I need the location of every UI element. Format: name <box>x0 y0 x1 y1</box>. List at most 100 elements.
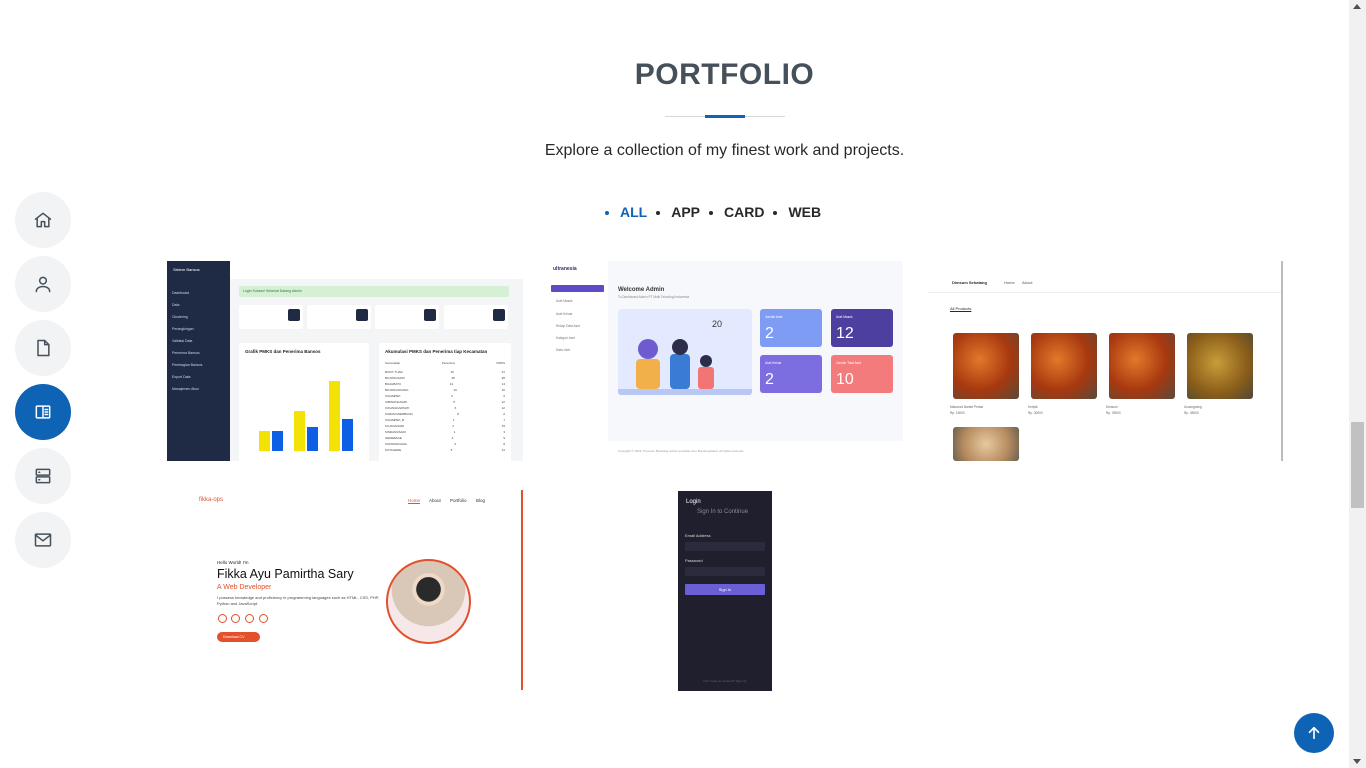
preview-menu-item: Validasi Data <box>172 339 193 343</box>
preview-stat-card <box>239 305 303 329</box>
preview-menu-item: Aset Masuk <box>556 299 573 303</box>
preview-product-name: Keripik <box>1028 405 1038 409</box>
preview-product-image <box>1109 333 1175 399</box>
preview-product-price: Rp. 30000 <box>1028 411 1043 415</box>
preview-bar <box>272 431 283 451</box>
nav-services-button[interactable] <box>15 448 71 504</box>
preview-table-row: KUTAGEDE 5 14 <box>385 448 505 452</box>
preview-menu-item: Export Data <box>172 375 191 379</box>
filter-web[interactable]: WEB <box>788 204 821 220</box>
preview-logo: fikka-ops <box>199 497 224 503</box>
nav-portfolio-button[interactable] <box>15 384 71 440</box>
server-icon <box>35 468 51 484</box>
preview-name: Fikka Ayu Pamirtha Sary <box>217 567 354 581</box>
filter-card[interactable]: CARD <box>724 204 764 220</box>
preview-table-row: SINDANGSARI 1 3 <box>385 430 505 434</box>
preview-table-row: KARANGSEMBUNG 8 6 <box>385 412 505 416</box>
preview-table-row: CIBINONGSARI 5 12 <box>385 400 505 404</box>
page-scrollbar[interactable] <box>1349 0 1366 768</box>
preview-nav-link: Home <box>1004 280 1015 285</box>
preview-hello: Hello World! I'm <box>217 560 249 565</box>
portfolio-item-shop[interactable]: Dimsum Sehatang Home About All Products … <box>928 261 1283 461</box>
preview-stat-card <box>444 305 508 329</box>
preview-heading: All Products <box>950 306 972 311</box>
preview-chart-title: Grafik PMKS dan Penerima Bansos <box>245 349 321 354</box>
preview-stat-card <box>375 305 439 329</box>
preview-table-row: BUAHBATU 14 14 <box>385 382 505 386</box>
preview-stat-card <box>307 305 371 329</box>
preview-menu-item: Clustering <box>172 315 188 319</box>
preview-table-panel: Akumulasi PMKS dan Penerima tiap Kecamat… <box>379 343 511 461</box>
scroll-up-arrow-icon[interactable] <box>1353 4 1361 9</box>
social-icon <box>245 614 254 623</box>
preview-menu-item: Penerima Bansos <box>172 351 200 355</box>
preview-menu-item: Data User <box>556 348 571 352</box>
portfolio-item-personal-site[interactable]: fikka-ops Home About Portfolio Blog Hell… <box>167 490 523 690</box>
preview-description: I possess knowledge and proficiency in p… <box>217 595 380 606</box>
preview-download-button: Download CV <box>217 632 260 642</box>
preview-brand: Sistem Bansos <box>173 267 200 272</box>
preview-footer: Copyright © 2023. Premium Bootstrap admi… <box>608 441 903 461</box>
side-nav <box>15 192 71 568</box>
preview-stat-tile: Aset Masuk 12 <box>831 309 893 347</box>
nav-about-button[interactable] <box>15 256 71 312</box>
preview-product-price: Rp. 25000 <box>1106 411 1121 415</box>
preview-nav-link: About <box>429 498 441 503</box>
back-to-top-button[interactable] <box>1294 713 1334 753</box>
nav-home-button[interactable] <box>15 192 71 248</box>
preview-table-row: CIKANGKARNATI 6 12 <box>385 406 505 410</box>
portfolio-filters: ALL APP CARD WEB <box>620 204 821 220</box>
person-icon <box>35 276 51 293</box>
preview-product-name: Makaroni Bantet Pedas <box>950 405 984 409</box>
preview-table-row: KATAPANGARA 3 8 <box>385 442 505 446</box>
preview-hero-illustration: 20 <box>618 309 752 395</box>
preview-login-title: Login <box>686 499 701 505</box>
preview-menu-item: Rekap Data Aset <box>556 324 580 328</box>
preview-login-subtitle: Sign In to Continue <box>697 509 749 515</box>
preview-bar <box>342 419 353 451</box>
preview-menu-item: Dashboard <box>172 291 190 295</box>
filter-all[interactable]: ALL <box>620 204 647 220</box>
preview-stat-tile: Aset Keluar 2 <box>760 355 822 393</box>
book-icon <box>35 405 51 419</box>
preview-bar <box>294 411 305 451</box>
preview-table-row: Kecamatan Penerima PMKS <box>385 361 505 365</box>
preview-stat-tile: Jumlah Aset 2 <box>760 309 822 347</box>
portfolio-item-ultranesia[interactable]: ultranesia Aset Masuk Aset Keluar Rekap … <box>548 261 903 461</box>
preview-email-label: Email Address <box>685 533 711 538</box>
preview-table-title: Akumulasi PMKS dan Penerima tiap Kecamat… <box>385 349 488 354</box>
preview-menu-item: Pembagian Bansos <box>172 363 203 367</box>
preview-menu-active <box>551 285 604 292</box>
preview-logo: ultranesia <box>553 266 577 272</box>
arrow-up-icon <box>1308 726 1320 740</box>
preview-welcome-sub: To Dashboard Admin PT Multi Teknologi In… <box>618 295 690 299</box>
preview-product-image <box>1031 333 1097 399</box>
preview-table-row: BOJONGSARI 28 28 <box>385 376 505 380</box>
file-icon <box>37 339 50 357</box>
title-divider-accent <box>705 115 745 118</box>
preview-product-image <box>953 333 1019 399</box>
preview-role: A Web Developer <box>217 584 272 591</box>
preview-login-footer: Don't have an account? Sign Up <box>703 679 747 683</box>
portfolio-item-login-app[interactable]: Login Sign In to Continue Email Address … <box>678 491 772 691</box>
preview-product-name: Dimsum <box>1106 405 1118 409</box>
preview-menu-item: Kategori Aset <box>556 336 575 340</box>
preview-alert: Login Sukses! Selamat Datang Admin <box>239 286 509 297</box>
preview-password-input <box>685 567 765 576</box>
preview-chart-panel: Grafik PMKS dan Penerima Bansos <box>239 343 369 461</box>
preview-menu-item: Aset Keluar <box>556 312 573 316</box>
preview-menu-item: Data <box>172 303 180 307</box>
portfolio-item-dashboard[interactable]: Sistem Bansos Dashboard Data Clustering … <box>167 261 523 461</box>
preview-product-image <box>953 427 1019 461</box>
preview-sidebar: Sistem Bansos Dashboard Data Clustering … <box>167 261 230 461</box>
preview-table-row: CIKAMPEK 5 6 <box>385 394 505 398</box>
filter-app[interactable]: APP <box>671 204 700 220</box>
scroll-down-arrow-icon[interactable] <box>1353 759 1361 764</box>
nav-contact-button[interactable] <box>15 512 71 568</box>
social-icon <box>218 614 227 623</box>
preview-sidebar: ultranesia Aset Masuk Aset Keluar Rekap … <box>548 261 608 461</box>
social-icon <box>231 614 240 623</box>
scroll-thumb[interactable] <box>1351 422 1364 508</box>
preview-welcome: Welcome Admin <box>618 287 665 293</box>
nav-resume-button[interactable] <box>15 320 71 376</box>
